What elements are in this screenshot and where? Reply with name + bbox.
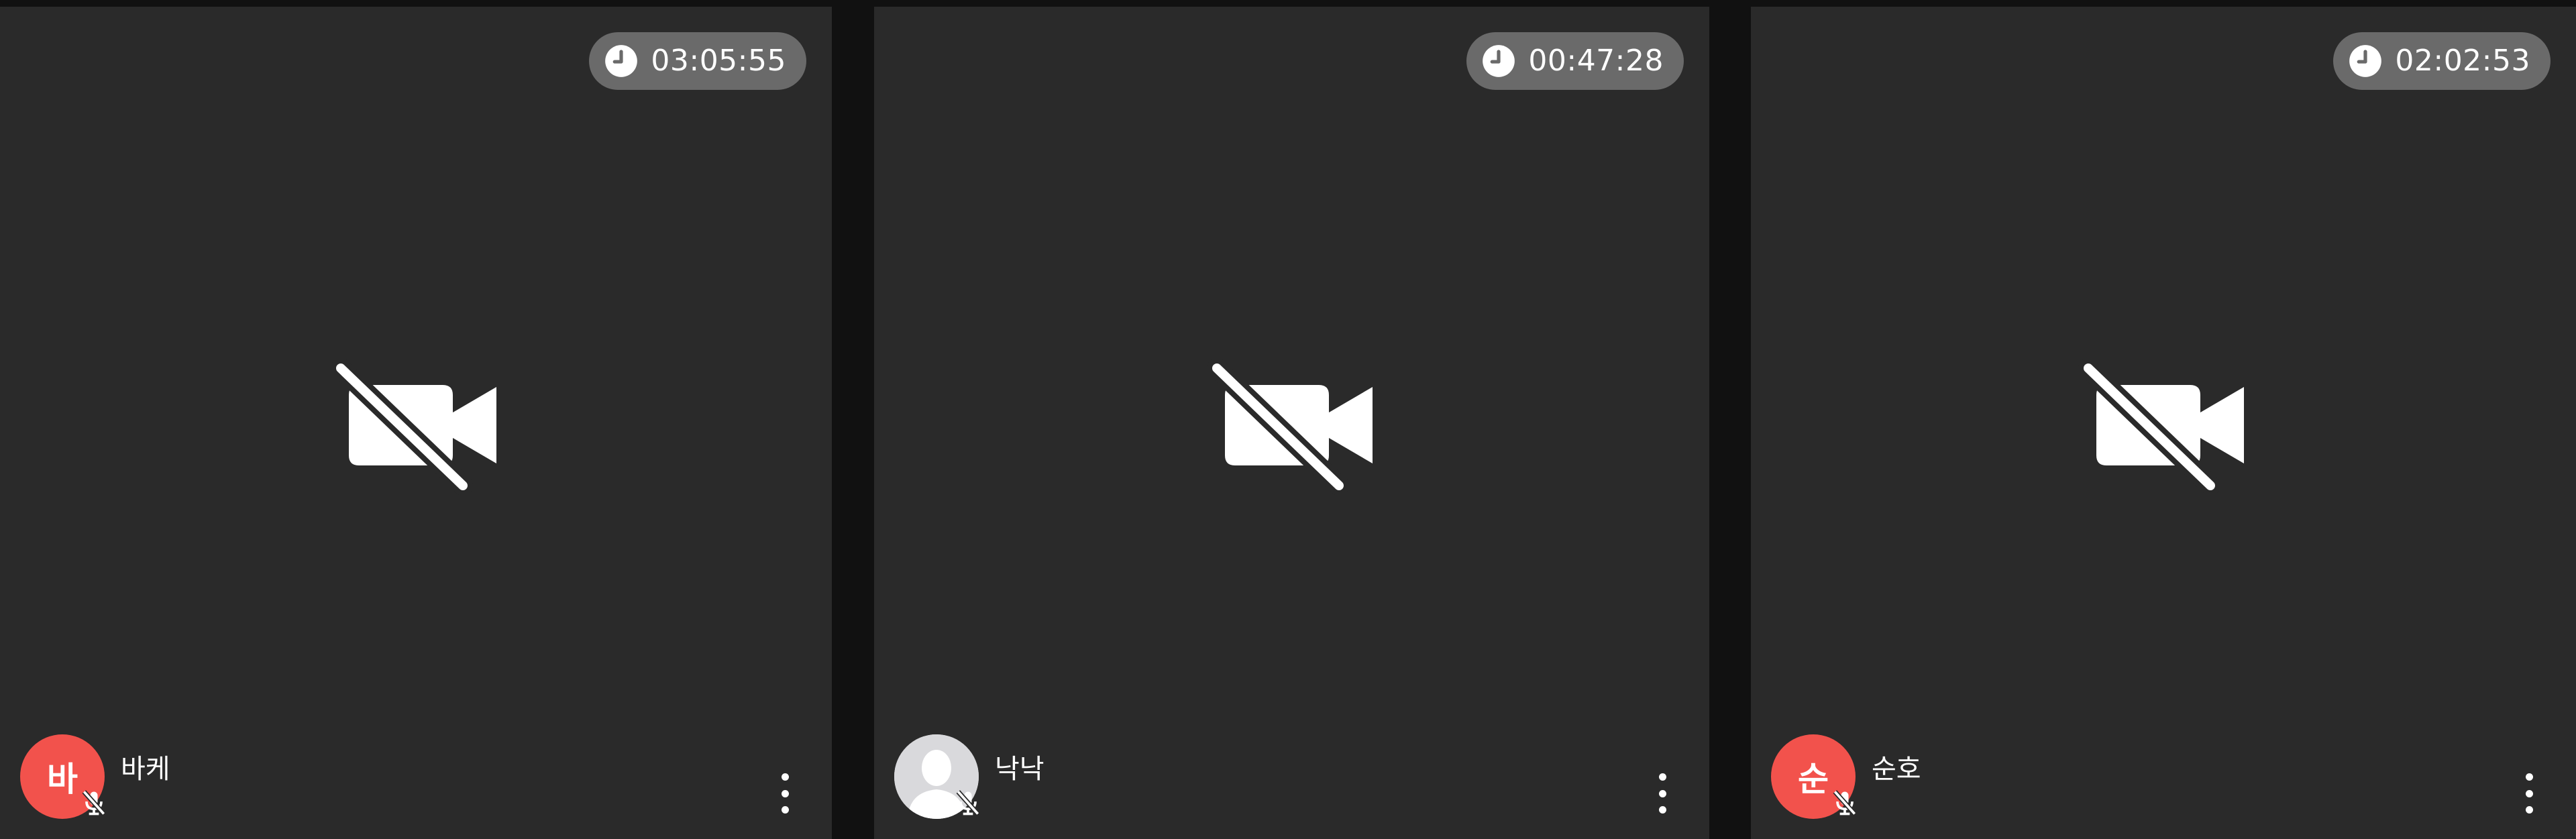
video-off-icon [2078,358,2244,496]
participant-name: 순호 [1872,754,1921,785]
more-options-button[interactable] [777,773,793,814]
more-vertical-icon-dot [781,806,789,814]
more-vertical-icon [1658,773,1666,781]
avatar [894,734,980,819]
more-vertical-icon [781,773,789,781]
avatar: 순 [1771,734,1857,819]
mic-off-icon [956,790,980,816]
participant-tile[interactable]: 00:47:28 낙낙 [874,7,1709,839]
call-duration-badge: 02:02:53 [2333,32,2551,90]
more-options-button[interactable] [2521,773,2537,814]
more-vertical-icon-dot [781,789,789,797]
mic-off-icon [1833,790,1857,816]
more-vertical-icon-dot [2525,806,2533,814]
mic-off-icon [82,790,106,816]
video-off-icon [1206,358,1373,496]
more-vertical-icon-dot [2525,789,2533,797]
clock-icon [2349,45,2382,77]
call-duration-badge: 00:47:28 [1466,32,1684,90]
call-duration-text: 03:05:55 [651,44,786,78]
participant-info: 낙낙 [894,734,1044,819]
more-options-button[interactable] [1654,773,1670,814]
avatar-initial: 바 [47,760,78,799]
avatar: 바 [20,734,106,819]
avatar-initial: 순 [1798,760,1829,799]
participant-tile[interactable]: 02:02:53 순 순호 [1751,7,2576,839]
call-duration-text: 00:47:28 [1528,44,1664,78]
clock-icon [1483,45,1515,77]
more-vertical-icon-dot [1658,789,1666,797]
participant-name: 바케 [121,754,170,785]
clock-icon [605,45,638,77]
participant-info: 순 순호 [1771,734,1921,819]
call-duration-text: 02:02:53 [2395,44,2530,78]
participant-info: 바 바케 [20,734,170,819]
video-grid: 03:05:55 바 바케 00:47:28 낙낙 02:02:53 순 순호 [0,0,2576,839]
more-vertical-icon-dot [1658,806,1666,814]
call-duration-badge: 03:05:55 [589,32,806,90]
video-off-icon [331,358,496,496]
participant-name: 낙낙 [995,754,1044,785]
more-vertical-icon [2525,773,2533,781]
participant-tile[interactable]: 03:05:55 바 바케 [0,7,832,839]
